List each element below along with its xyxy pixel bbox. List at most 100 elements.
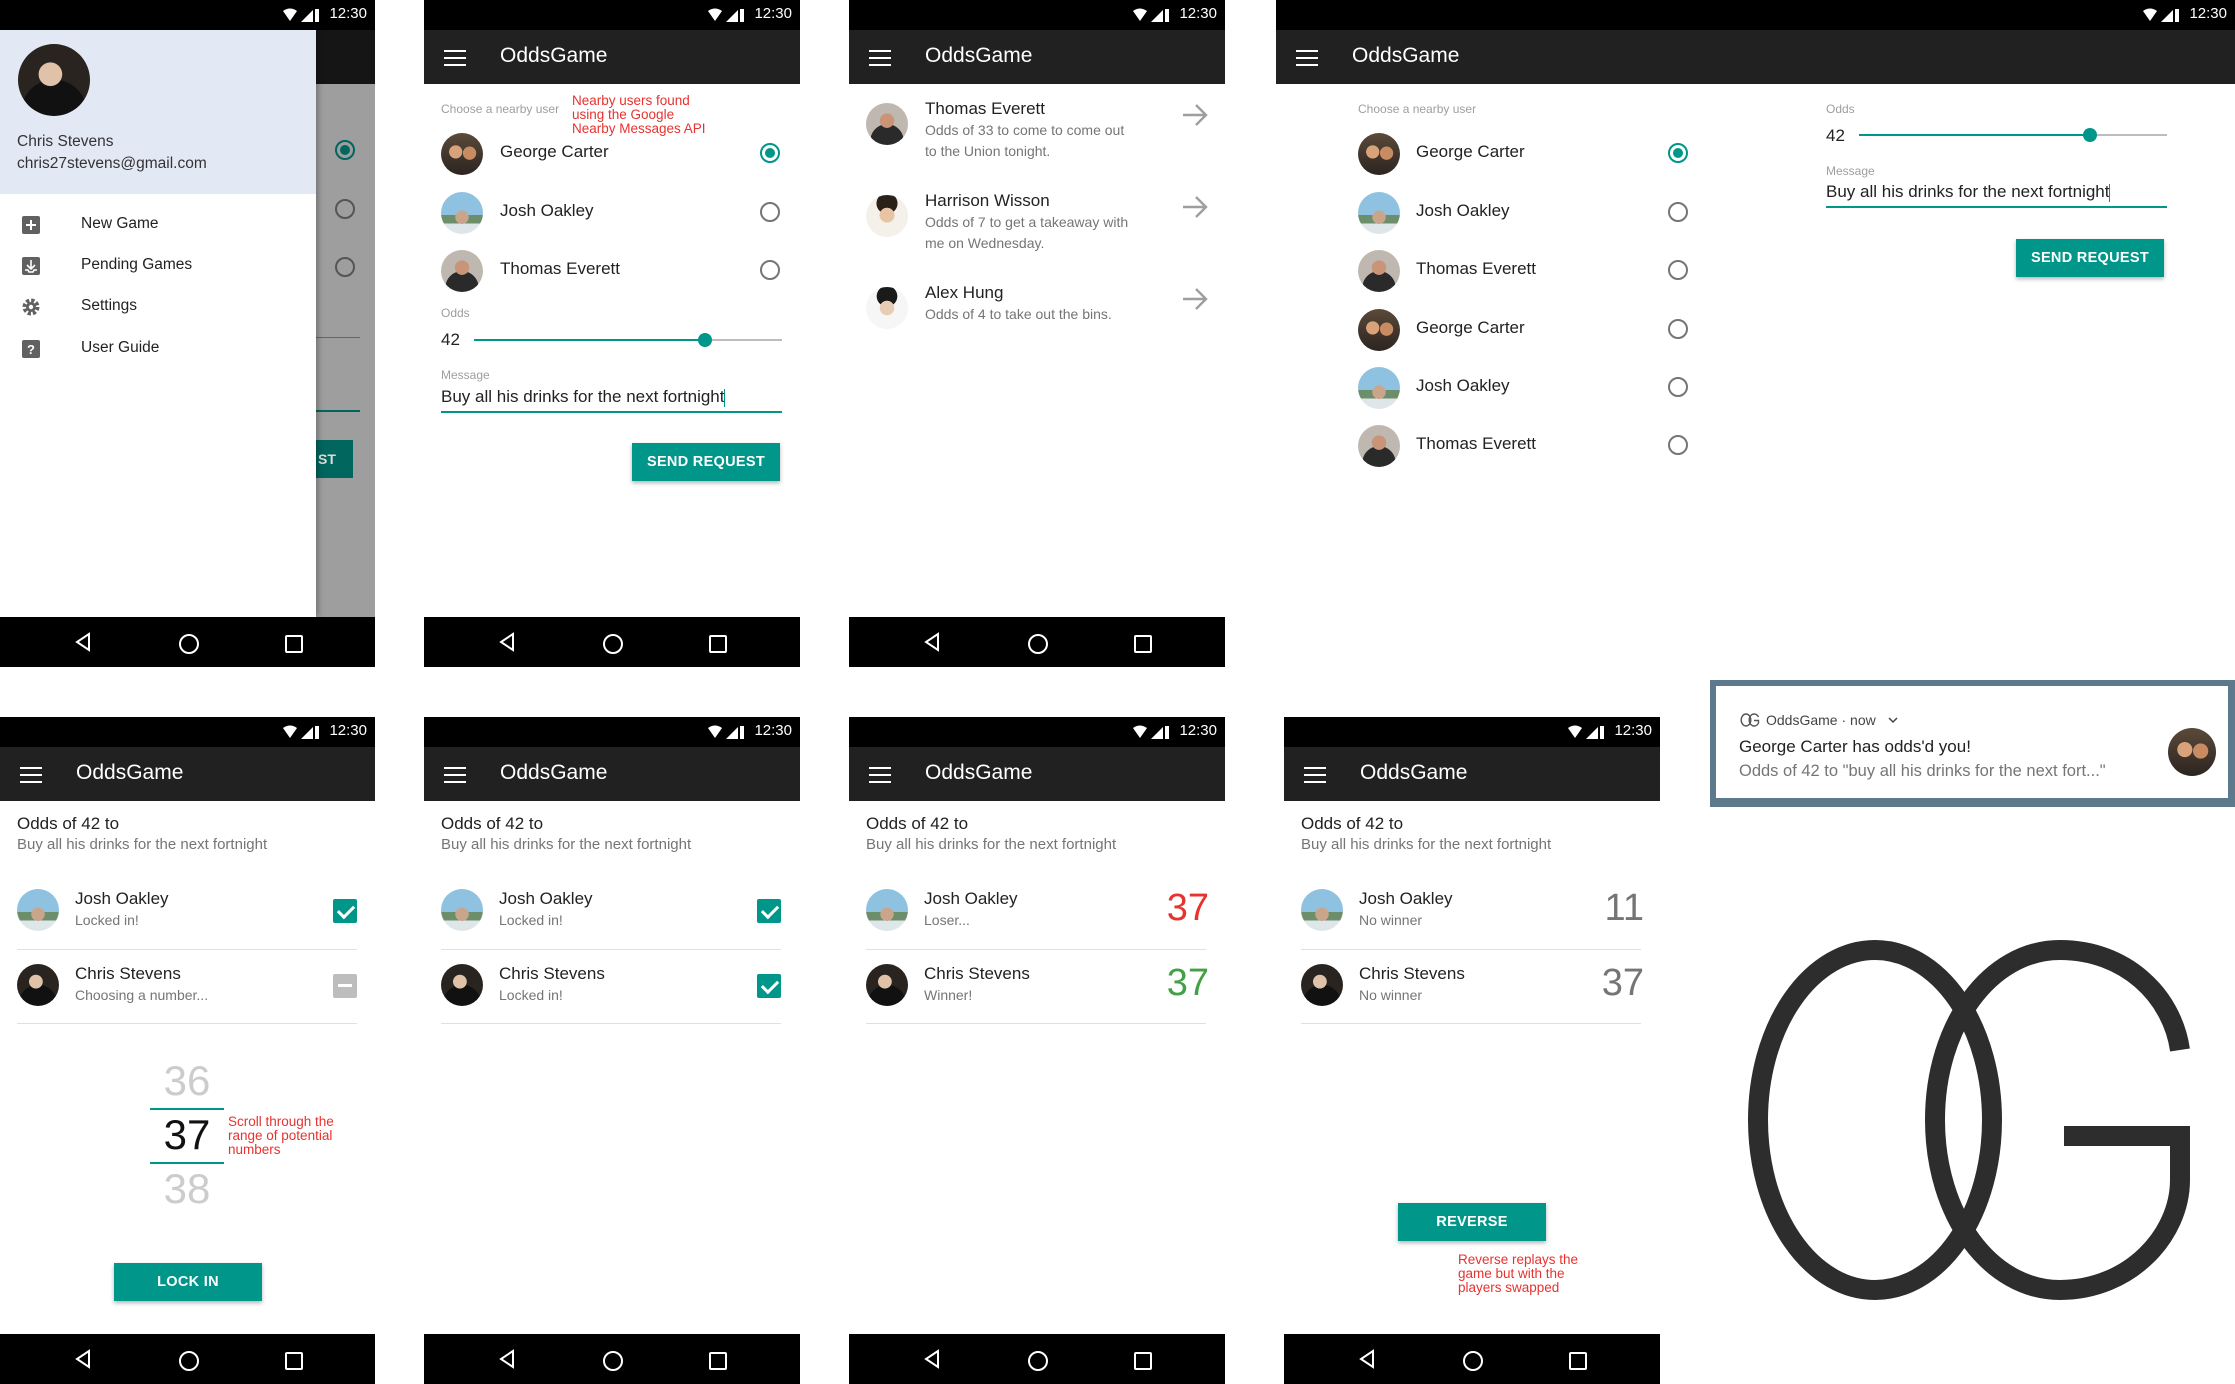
send-request-button[interactable]: SEND REQUEST xyxy=(2016,239,2164,277)
home-icon[interactable] xyxy=(599,617,623,667)
back-icon[interactable] xyxy=(1355,1334,1379,1384)
user-radio[interactable] xyxy=(1668,202,1688,222)
pending-item[interactable]: Harrison Wisson Odds of 7 to get a takea… xyxy=(849,187,1225,257)
user-row[interactable]: George Carter xyxy=(1358,130,1688,180)
slider-thumb[interactable] xyxy=(698,333,712,347)
menu-icon[interactable] xyxy=(1296,50,1318,66)
home-icon[interactable] xyxy=(599,1334,623,1384)
scrim[interactable] xyxy=(315,30,375,617)
scrim-radio-dot xyxy=(340,145,350,155)
menu-icon[interactable] xyxy=(869,50,891,66)
user-radio[interactable] xyxy=(1668,260,1688,280)
back-icon[interactable] xyxy=(495,1334,519,1384)
pending-detail: Odds of 7 to get a takeaway with xyxy=(925,214,1129,230)
odds-slider[interactable] xyxy=(1859,128,2167,142)
user-name: Josh Oakley xyxy=(1416,376,1510,395)
send-request-button[interactable]: SEND REQUEST xyxy=(632,443,780,481)
user-row[interactable]: Thomas Everett xyxy=(1358,422,1688,470)
notification-card[interactable]: OddsGame · now George Carter has odds'd … xyxy=(1716,686,2228,798)
user-row[interactable]: Thomas Everett xyxy=(424,247,800,297)
player-status: Locked in! xyxy=(499,912,563,928)
tablet-new-game: 12:30 OddsGame Choose a nearby user Geor… xyxy=(1276,0,2235,470)
user-radio[interactable] xyxy=(1668,319,1688,339)
clock: 12:30 xyxy=(329,722,367,739)
arrow-forward-icon[interactable] xyxy=(1181,287,1209,311)
user-row[interactable]: George Carter xyxy=(1358,306,1688,356)
home-icon[interactable] xyxy=(1024,617,1048,667)
lock-in-button[interactable]: LOCK IN xyxy=(114,1263,262,1301)
odds-slider[interactable] xyxy=(474,333,782,347)
home-icon[interactable] xyxy=(175,617,199,667)
status-bar: 12:30 xyxy=(424,717,800,747)
home-icon[interactable] xyxy=(1024,1334,1048,1384)
back-icon[interactable] xyxy=(920,1334,944,1384)
annotation-reverse: Reverse replays the game but with the pl… xyxy=(1458,1253,1578,1295)
user-radio[interactable] xyxy=(760,260,780,280)
avatar[interactable] xyxy=(18,44,90,116)
user-row[interactable]: Josh Oakley xyxy=(1358,189,1688,239)
phone-game-choosing: 12:30 OddsGame Odds of 42 to Buy all his… xyxy=(0,717,375,1384)
user-row[interactable]: Thomas Everett xyxy=(1358,247,1688,297)
avatar xyxy=(1358,192,1400,234)
menu-icon[interactable] xyxy=(444,50,466,66)
user-radio[interactable] xyxy=(1668,143,1688,163)
picker-divider xyxy=(150,1108,224,1110)
recents-icon[interactable] xyxy=(1564,1334,1588,1384)
recents-icon[interactable] xyxy=(1129,1334,1153,1384)
odds-label: Odds xyxy=(441,306,470,320)
number-picker[interactable]: 36 37 38 xyxy=(150,1057,224,1212)
recents-icon[interactable] xyxy=(704,617,728,667)
user-row[interactable]: Josh Oakley xyxy=(1358,364,1688,414)
player-name: Josh Oakley xyxy=(1359,889,1453,908)
menu-icon[interactable] xyxy=(20,767,42,783)
pending-detail: Odds of 33 to come to come out xyxy=(925,122,1125,138)
arrow-forward-icon[interactable] xyxy=(1181,103,1209,127)
reverse-button[interactable]: REVERSE xyxy=(1398,1203,1546,1241)
home-icon[interactable] xyxy=(1459,1334,1483,1384)
clock: 12:30 xyxy=(1179,5,1217,22)
chevron-down-icon[interactable] xyxy=(1888,716,1898,724)
message-field[interactable]: Buy all his drinks for the next fortnigh… xyxy=(1826,182,2167,208)
player-number: 37 xyxy=(1166,962,1209,1004)
notification-body: Odds of 42 to "buy all his drinks for th… xyxy=(1739,762,2106,780)
clock: 12:30 xyxy=(1614,722,1652,739)
nav-bar xyxy=(1284,1334,1660,1384)
pending-item[interactable]: Alex Hung Odds of 4 to take out the bins… xyxy=(849,279,1225,329)
avatar xyxy=(1358,367,1400,409)
notification-shade: OddsGame · now George Carter has odds'd … xyxy=(1710,680,2235,807)
menu-icon[interactable] xyxy=(1304,767,1326,783)
app-title: OddsGame xyxy=(76,761,184,784)
nav-bar xyxy=(0,1334,375,1384)
recents-icon[interactable] xyxy=(1129,617,1153,667)
back-icon[interactable] xyxy=(920,617,944,667)
home-icon[interactable] xyxy=(175,1334,199,1384)
drawer-item-settings[interactable]: Settings xyxy=(0,287,316,325)
user-radio[interactable] xyxy=(760,202,780,222)
game-title: Odds of 42 to xyxy=(17,814,120,833)
back-icon[interactable] xyxy=(71,1334,95,1384)
menu-icon[interactable] xyxy=(444,767,466,783)
divider xyxy=(866,949,1206,950)
user-radio[interactable] xyxy=(760,143,780,163)
user-radio[interactable] xyxy=(1668,435,1688,455)
divider xyxy=(866,1023,1206,1024)
back-icon[interactable] xyxy=(71,617,95,667)
user-row[interactable]: George Carter xyxy=(424,130,800,180)
annotation-line: numbers xyxy=(228,1142,281,1157)
drawer-item-label: New Game xyxy=(81,215,159,232)
recents-icon[interactable] xyxy=(280,1334,304,1384)
message-field[interactable]: Buy all his drinks for the next fortnigh… xyxy=(441,387,782,413)
menu-icon[interactable] xyxy=(869,767,891,783)
user-row[interactable]: Josh Oakley xyxy=(424,189,800,239)
pending-detail: me on Wednesday. xyxy=(925,235,1045,251)
pending-item[interactable]: Thomas Everett Odds of 33 to come to com… xyxy=(849,95,1225,165)
user-radio[interactable] xyxy=(1668,377,1688,397)
arrow-forward-icon[interactable] xyxy=(1181,195,1209,219)
drawer-item-pending-games[interactable]: Pending Games xyxy=(0,246,316,284)
recents-icon[interactable] xyxy=(280,617,304,667)
back-icon[interactable] xyxy=(495,617,519,667)
drawer-item-new-game[interactable]: New Game xyxy=(0,205,316,243)
recents-icon[interactable] xyxy=(704,1334,728,1384)
drawer-item-user-guide[interactable]: ? User Guide xyxy=(0,329,316,367)
slider-thumb[interactable] xyxy=(2083,128,2097,142)
